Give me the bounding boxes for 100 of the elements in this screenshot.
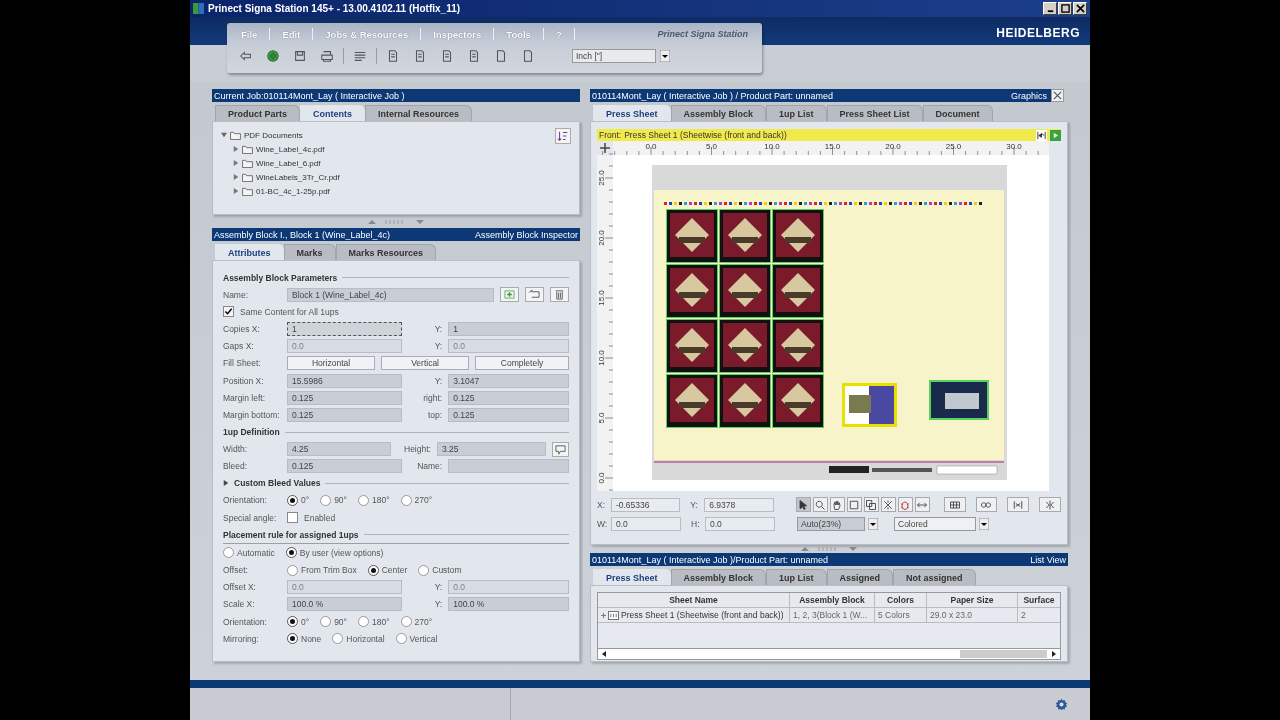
radio-button[interactable] [400,494,412,506]
scroll-right-icon[interactable] [1050,650,1058,658]
flip-icon[interactable] [1007,497,1030,512]
text-field[interactable]: 100.0 % [448,597,569,612]
text-field[interactable]: 0.125 [448,407,569,422]
cross-icon[interactable] [880,497,896,512]
section-heading[interactable]: Custom Bleed Values [234,478,321,489]
fill-button[interactable]: Horizontal [287,356,376,371]
tab[interactable]: Press Sheet [593,105,671,121]
text-field[interactable]: 0.125 [287,407,403,422]
tab[interactable]: Press Sheet List [826,105,923,121]
tab[interactable]: Internal Resources [365,105,473,121]
tree-item[interactable]: WineLabels_3Tr_Cr.pdf [256,172,340,182]
mirror-icon[interactable] [1039,497,1061,512]
fill-button[interactable]: Vertical [381,356,470,371]
text-field[interactable]: 0.125 [287,459,403,474]
text-field[interactable]: 100.0 % [287,597,403,612]
horizontal-scrollbar[interactable] [598,648,1060,659]
close-button[interactable] [1051,89,1064,102]
grid-icon[interactable] [943,497,966,512]
frame-icon[interactable] [846,497,862,512]
text-field[interactable] [448,459,569,474]
text-field[interactable]: 1 [287,321,403,336]
radio-button[interactable] [367,564,379,576]
tab[interactable]: 1up List [766,569,827,585]
link-icon[interactable] [975,497,998,512]
radio-button[interactable] [320,494,332,506]
tab[interactable]: Assembly Block [670,569,767,585]
tree-item[interactable]: PDF Documents [244,130,303,140]
column-header[interactable]: Sheet Name [598,593,790,607]
dropdown-arrow-icon[interactable] [979,517,989,530]
text-field[interactable]: 15.5986 [287,373,403,388]
tab[interactable]: Not assigned [893,569,976,585]
tab[interactable]: Marks Resources [335,244,437,260]
radio-button[interactable] [358,616,369,628]
display-icon[interactable] [551,441,569,457]
tab[interactable]: 1up List [766,105,827,121]
settings-icon[interactable] [1055,697,1068,711]
radio-button[interactable] [332,633,344,645]
dropdown-arrow-icon[interactable] [660,50,670,62]
text-field[interactable]: 0.0 [611,516,681,531]
radio-button[interactable] [287,494,298,506]
tree-toggle-icon[interactable] [233,188,239,194]
tab[interactable]: Assigned [826,569,894,585]
zoom-select[interactable]: Auto(23%) [797,516,865,531]
tree-item[interactable]: 01-BC_4c_1-25p.pdf [256,186,330,196]
radio-button[interactable] [287,633,298,645]
radio-button[interactable] [358,494,369,506]
tree-toggle-icon[interactable] [233,160,239,166]
text-field[interactable]: 6.9378 [704,497,774,512]
copy-icon[interactable] [863,497,879,512]
radio-button[interactable] [320,616,332,628]
radio-button[interactable] [287,564,298,576]
checkbox[interactable] [287,512,298,524]
splitter-handle-icon[interactable] [366,218,426,225]
expand-toggle-icon[interactable] [223,480,229,487]
dropdown-arrow-icon[interactable] [868,517,878,530]
tab[interactable]: Attributes [215,244,284,260]
sort-button[interactable] [555,128,571,144]
bug-icon[interactable] [897,497,913,512]
tree-toggle-icon[interactable] [221,132,227,138]
radio-button[interactable] [395,633,407,645]
column-header[interactable]: Paper Size [927,593,1018,607]
splitter-handle-icon[interactable] [799,546,859,552]
text-field[interactable]: 3.25 [436,442,546,457]
tab[interactable]: Assembly Block [670,105,767,121]
zoom-icon[interactable] [812,497,828,512]
column-header[interactable]: Surface [1018,593,1060,607]
text-field[interactable]: 1 [448,321,569,336]
column-header[interactable]: Colors [875,593,927,607]
radio-button[interactable] [285,547,297,559]
tree-toggle-icon[interactable] [233,146,239,152]
radio-button[interactable] [223,547,234,559]
text-field[interactable]: 0.0 [705,516,775,531]
checkbox[interactable] [223,306,234,318]
display-select[interactable]: Colored [894,516,976,531]
scroll-left-icon[interactable] [600,650,608,658]
row-expand-icon[interactable] [601,612,606,618]
radio-button[interactable] [400,616,412,628]
text-field[interactable]: Block 1 (Wine_Label_4c) [287,287,494,302]
tab[interactable]: Press Sheet [593,569,671,585]
pointer-icon[interactable] [795,497,811,512]
fit-width-icon[interactable] [1036,129,1047,141]
fill-button[interactable]: Completely [475,356,569,371]
tree-item[interactable]: Wine_Label_4c.pdf [256,144,325,154]
text-field[interactable]: 0.125 [287,390,403,405]
tab[interactable]: Contents [300,105,365,121]
tab[interactable]: Marks [283,244,336,260]
column-header[interactable]: Assembly Block [790,593,875,607]
fit-icon[interactable] [914,497,930,512]
unit-select[interactable]: Inch ["] [572,49,656,63]
hand-icon[interactable] [829,497,845,512]
tab[interactable]: Product Parts [215,105,300,121]
radio-button[interactable] [418,564,430,576]
text-field[interactable]: 4.25 [287,442,391,457]
crosshair-icon[interactable] [599,142,611,154]
text-field[interactable]: 3.1047 [448,373,569,388]
tab[interactable]: Document [922,105,993,121]
radio-button[interactable] [287,616,298,628]
text-field[interactable]: -0.65336 [610,497,681,512]
